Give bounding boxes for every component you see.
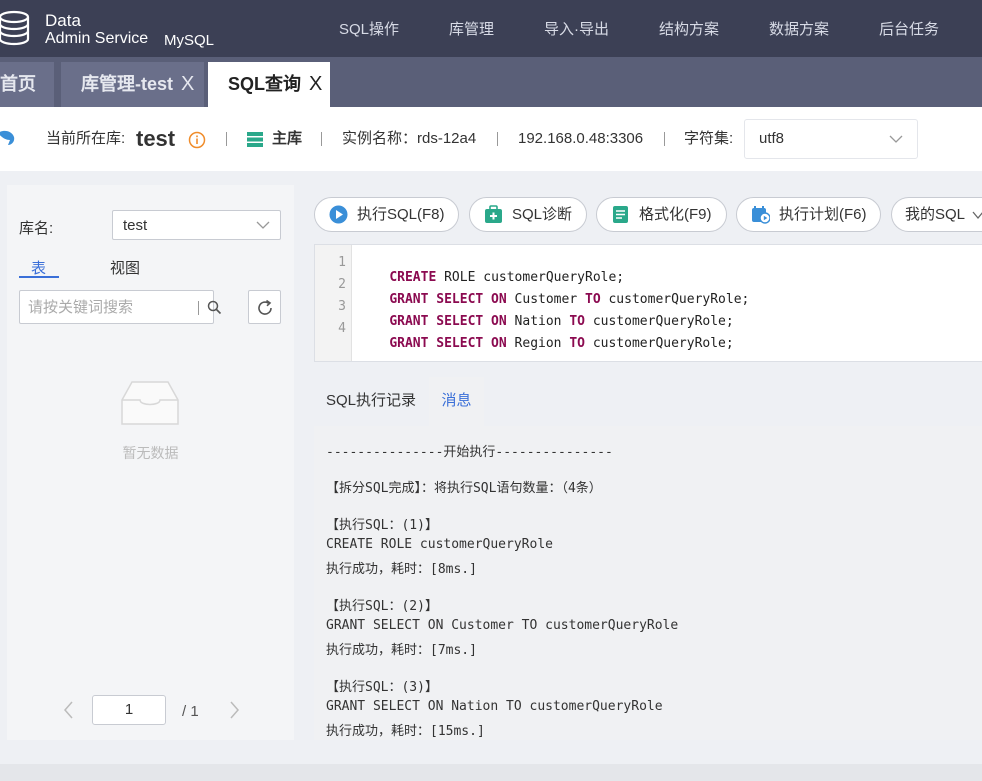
nav-data-plan[interactable]: 数据方案 bbox=[769, 18, 829, 39]
run-sql-label: 执行SQL(F8) bbox=[357, 206, 445, 223]
format-label: 格式化(F9) bbox=[639, 206, 712, 223]
tab-home[interactable]: 首页 bbox=[0, 62, 54, 107]
message-line: 【拆分SQL完成】：将执行SQL语句数量：（4条） bbox=[326, 481, 602, 496]
server-icon bbox=[247, 132, 263, 147]
document-icon bbox=[613, 206, 628, 223]
table-search-input[interactable] bbox=[28, 296, 188, 318]
line-number: 4 bbox=[338, 321, 346, 336]
db-role-label: 主库 bbox=[272, 130, 303, 147]
message-log: ---------------开始执行--------------- 【拆分SQ… bbox=[314, 426, 982, 740]
close-icon[interactable]: X bbox=[181, 73, 194, 95]
code-line: GRANT SELECT ON Region TO customerQueryR… bbox=[358, 321, 734, 366]
play-icon bbox=[329, 205, 348, 224]
tab-sql-query[interactable]: SQL查询 X bbox=[208, 62, 330, 107]
sql-keyword: GRANT SELECT ON bbox=[389, 336, 507, 351]
db-select[interactable]: test bbox=[112, 210, 281, 240]
brand-title: Data bbox=[45, 11, 81, 30]
line-number: 2 bbox=[338, 277, 346, 292]
search-icon[interactable] bbox=[207, 300, 222, 315]
db-info-bar: 当前所在库: test 主库 实例名称：rds-12a4 192.168.0.4… bbox=[0, 107, 982, 171]
message-line: ---------------开始执行--------------- bbox=[326, 445, 613, 460]
top-navbar: Data Admin Service MySQL SQL操作 库管理 导入·导出… bbox=[0, 0, 982, 57]
execution-plan-button[interactable]: 执行计划(F6) bbox=[736, 197, 881, 232]
message-line: 【执行SQL：(3)】 bbox=[326, 680, 438, 695]
calendar-play-icon bbox=[752, 206, 770, 224]
tab-home-label: 首页 bbox=[0, 74, 36, 94]
tab-tables[interactable]: 表 bbox=[31, 257, 46, 278]
chevron-down-icon bbox=[972, 211, 982, 220]
nav-background-tasks[interactable]: 后台任务 bbox=[879, 18, 939, 39]
chevron-left-icon[interactable] bbox=[62, 699, 76, 721]
separator bbox=[226, 132, 227, 146]
message-line: 执行成功，耗时：[8ms.] bbox=[326, 562, 477, 577]
tab-sql-label: SQL查询 bbox=[228, 74, 302, 94]
db-select-label: 库名: bbox=[19, 220, 54, 237]
table-search-box bbox=[19, 290, 222, 324]
format-button[interactable]: 格式化(F9) bbox=[596, 197, 727, 232]
sql-diagnose-label: SQL诊断 bbox=[512, 206, 573, 223]
execution-plan-label: 执行计划(F6) bbox=[779, 206, 867, 223]
tab-bar: 首页 库管理-test X SQL查询 X bbox=[0, 57, 982, 107]
sql-text: customerQueryRole; bbox=[585, 336, 734, 351]
charset-select[interactable]: utf8 bbox=[744, 119, 918, 159]
message-line: 执行成功，耗时：[7ms.] bbox=[326, 643, 477, 658]
database-logo-icon bbox=[0, 10, 30, 46]
search-divider bbox=[198, 301, 199, 315]
separator bbox=[497, 132, 498, 146]
tab-lib-label: 库管理-test bbox=[81, 74, 174, 94]
chevron-right-icon[interactable] bbox=[227, 699, 241, 721]
tab-messages[interactable]: 消息 bbox=[429, 377, 484, 426]
current-db-name: test bbox=[136, 126, 176, 151]
line-number-gutter: 1 2 3 4 bbox=[315, 245, 352, 361]
message-line: 执行成功，耗时：[15ms.] bbox=[326, 724, 485, 739]
my-sql-label: 我的SQL bbox=[905, 206, 966, 223]
message-line: 【执行SQL：(1)】 bbox=[326, 518, 438, 533]
sql-keyword: TO bbox=[569, 336, 585, 351]
tab-views[interactable]: 视图 bbox=[110, 257, 140, 278]
chevron-down-icon bbox=[256, 221, 270, 229]
my-sql-dropdown[interactable]: 我的SQL bbox=[891, 197, 982, 232]
brand-subtitle: Admin Service bbox=[45, 30, 149, 47]
charset-value: utf8 bbox=[759, 130, 785, 147]
db-address: 192.168.0.48:3306 bbox=[518, 130, 644, 147]
message-line: CREATE ROLE customerQueryRole bbox=[326, 537, 553, 552]
current-db-label: 当前所在库: bbox=[46, 130, 126, 147]
tab-db-manage-test[interactable]: 库管理-test X bbox=[61, 62, 204, 107]
chevron-down-icon bbox=[889, 135, 903, 143]
empty-inbox-icon bbox=[121, 381, 179, 425]
empty-state-text: 暂无数据 bbox=[122, 445, 179, 461]
sql-diagnose-button[interactable]: SQL诊断 bbox=[469, 197, 587, 232]
sql-text: Region bbox=[506, 336, 570, 351]
line-number: 3 bbox=[338, 299, 346, 314]
nav-db-manage[interactable]: 库管理 bbox=[449, 18, 494, 39]
dolphin-icon bbox=[0, 130, 15, 145]
db-select-value: test bbox=[123, 217, 148, 234]
info-icon[interactable] bbox=[188, 131, 206, 149]
message-line: GRANT SELECT ON Customer TO customerQuer… bbox=[326, 618, 679, 633]
medical-kit-icon bbox=[485, 205, 502, 223]
sql-editor[interactable]: 1 2 3 4 CREATE ROLE customerQueryRole; G… bbox=[314, 244, 982, 362]
tab-execution-history[interactable]: SQL执行记录 bbox=[314, 377, 428, 426]
brand-product: MySQL bbox=[164, 32, 215, 49]
instance-name: 实例名称：rds-12a4 bbox=[342, 130, 477, 147]
message-line: 【执行SQL：(2)】 bbox=[326, 599, 438, 614]
run-sql-button[interactable]: 执行SQL(F8) bbox=[314, 197, 459, 232]
close-icon[interactable]: X bbox=[309, 73, 322, 95]
charset-label: 字符集: bbox=[684, 130, 734, 147]
nav-structure-plan[interactable]: 结构方案 bbox=[659, 18, 719, 39]
separator bbox=[321, 132, 322, 146]
message-line: GRANT SELECT ON Nation TO customerQueryR… bbox=[326, 699, 663, 714]
active-tab-indicator bbox=[19, 276, 59, 278]
page-total: / 1 bbox=[182, 703, 199, 720]
nav-sql-ops[interactable]: SQL操作 bbox=[339, 18, 399, 39]
page-number-input[interactable]: 1 bbox=[92, 695, 166, 725]
nav-import-export[interactable]: 导入·导出 bbox=[544, 18, 609, 39]
refresh-icon bbox=[258, 299, 272, 315]
line-number: 1 bbox=[338, 255, 346, 270]
schema-sidebar: 库名: test 表 视图 暂无数据 1 / 1 bbox=[7, 185, 294, 740]
refresh-button[interactable] bbox=[248, 290, 281, 324]
footer-strip bbox=[0, 764, 982, 781]
separator bbox=[664, 132, 665, 146]
